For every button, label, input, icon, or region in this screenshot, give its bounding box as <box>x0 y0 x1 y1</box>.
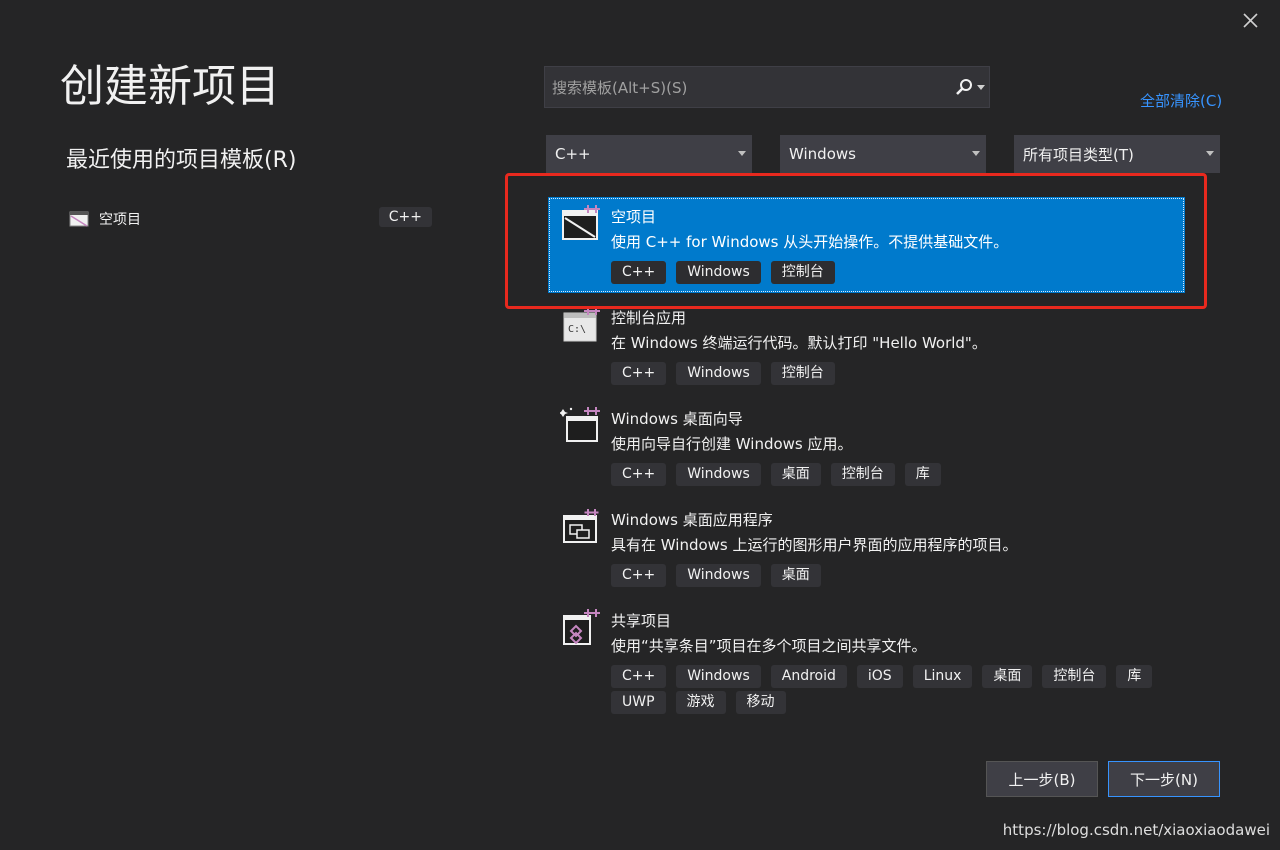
template-description: 在 Windows 终端运行代码。默认打印 "Hello World"。 <box>611 334 987 352</box>
recent-template-item[interactable]: 空项目 C++ <box>66 204 436 234</box>
recent-template-tag: C++ <box>378 207 432 227</box>
chevron-down-icon <box>972 151 980 156</box>
empty-project-icon <box>562 205 600 240</box>
template-tag: Windows <box>676 362 761 385</box>
shared-project-icon <box>563 609 600 645</box>
template-name: Windows 桌面应用程序 <box>611 511 773 529</box>
back-button[interactable]: 上一步(B) <box>986 761 1098 797</box>
template-description: 具有在 Windows 上运行的图形用户界面的应用程序的项目。 <box>611 536 1018 554</box>
template-tag: Windows <box>676 665 761 688</box>
console-app-icon: C:\ <box>563 307 600 342</box>
template-tag: Windows <box>676 261 761 284</box>
template-tags: C++ Windows 桌面 控制台 库 <box>611 463 1171 489</box>
template-tags: C++ Windows Android iOS Linux 桌面 控制台 库 U… <box>611 665 1171 717</box>
template-name: Windows 桌面向导 <box>611 410 743 428</box>
template-tag: C++ <box>611 665 667 688</box>
template-tag: Linux <box>912 665 973 688</box>
template-tag: 移动 <box>735 691 786 714</box>
template-tag: 控制台 <box>770 362 835 385</box>
template-name: 空项目 <box>611 208 657 226</box>
template-tag: Windows <box>676 463 761 486</box>
template-console-app[interactable]: C:\ 控制台应用 在 Windows 终端运行代码。默认打印 "Hello W… <box>548 298 1185 394</box>
project-type-filter-value: 所有项目类型(T) <box>1023 145 1134 164</box>
language-filter[interactable]: C++ <box>546 135 752 173</box>
template-tags: C++ Windows 控制台 <box>611 362 1171 388</box>
search-icon[interactable] <box>955 78 973 96</box>
search-box <box>544 66 990 109</box>
recent-template-label: 空项目 <box>99 212 141 228</box>
desktop-app-icon <box>563 509 599 543</box>
template-tag: 控制台 <box>770 261 835 284</box>
project-type-filter[interactable]: 所有项目类型(T) <box>1014 135 1220 173</box>
template-tag: 控制台 <box>1042 665 1107 688</box>
template-tag: 库 <box>1116 665 1153 688</box>
template-tag: 游戏 <box>675 691 726 714</box>
template-tag: 桌面 <box>770 463 821 486</box>
template-desktop-app[interactable]: Windows 桌面应用程序 具有在 Windows 上运行的图形用户界面的应用… <box>548 500 1185 596</box>
template-description: 使用“共享条目”项目在多个项目之间共享文件。 <box>611 637 927 655</box>
svg-text:C:\: C:\ <box>568 324 586 335</box>
template-name: 共享项目 <box>611 612 672 630</box>
template-name: 控制台应用 <box>611 309 687 327</box>
clear-all-link[interactable]: 全部清除(C) <box>1140 90 1222 111</box>
chevron-down-icon <box>738 151 746 156</box>
template-shared-project[interactable]: 共享项目 使用“共享条目”项目在多个项目之间共享文件。 C++ Windows … <box>548 601 1185 721</box>
close-icon[interactable] <box>1238 8 1264 34</box>
platform-filter-value: Windows <box>789 145 856 163</box>
recent-templates-title: 最近使用的项目模板(R) <box>66 148 297 173</box>
template-tag: C++ <box>611 362 667 385</box>
empty-project-icon <box>69 211 89 227</box>
chevron-down-icon <box>1206 151 1214 156</box>
template-tags: C++ Windows 桌面 <box>611 564 1171 590</box>
template-description: 使用 C++ for Windows 从头开始操作。不提供基础文件。 <box>611 233 1009 251</box>
template-description: 使用向导自行创建 Windows 应用。 <box>611 435 853 453</box>
watermark-text: https://blog.csdn.net/xiaoxiaodawei <box>1002 821 1270 839</box>
template-tag: iOS <box>856 665 903 688</box>
template-tag: UWP <box>611 691 666 714</box>
chevron-down-icon[interactable] <box>977 85 985 91</box>
template-tag: 库 <box>904 463 941 486</box>
template-tag: 桌面 <box>982 665 1033 688</box>
desktop-wizard-icon <box>560 407 600 442</box>
template-tag: Windows <box>676 564 761 587</box>
template-tag: Android <box>770 665 847 688</box>
template-desktop-wizard[interactable]: Windows 桌面向导 使用向导自行创建 Windows 应用。 C++ Wi… <box>548 399 1185 495</box>
language-filter-value: C++ <box>555 145 591 163</box>
template-empty-project[interactable]: 空项目 使用 C++ for Windows 从头开始操作。不提供基础文件。 C… <box>548 197 1185 293</box>
template-tags: C++ Windows 控制台 <box>611 261 1171 287</box>
platform-filter[interactable]: Windows <box>780 135 986 173</box>
template-tag: 控制台 <box>830 463 895 486</box>
template-tag: C++ <box>611 261 667 284</box>
page-title: 创建新项目 <box>60 61 280 112</box>
search-input[interactable] <box>545 67 954 109</box>
template-tag: C++ <box>611 463 667 486</box>
template-tag: 桌面 <box>770 564 821 587</box>
next-button[interactable]: 下一步(N) <box>1108 761 1220 797</box>
template-tag: C++ <box>611 564 667 587</box>
